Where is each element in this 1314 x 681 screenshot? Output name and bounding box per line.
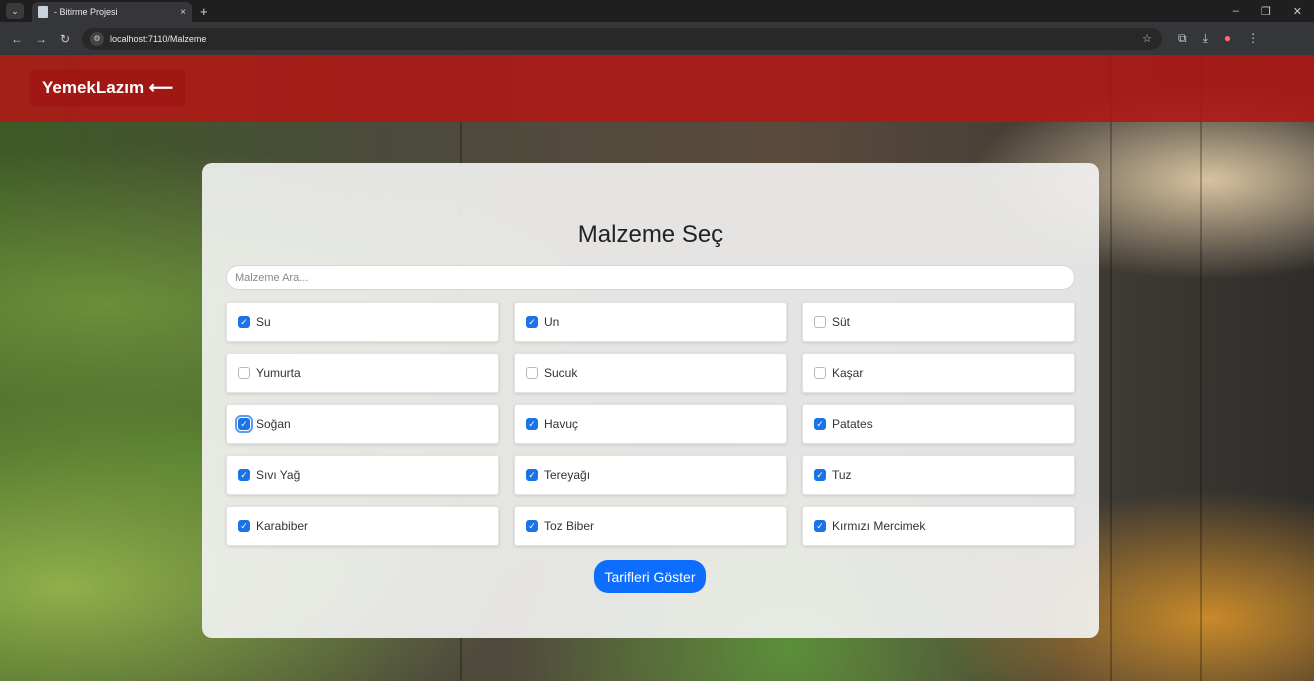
ingredient-item[interactable]: ✓ Patates (802, 404, 1075, 444)
ingredient-item[interactable]: ✓ Kırmızı Mercimek (802, 506, 1075, 546)
checkbox-checked[interactable]: ✓ (526, 316, 538, 328)
ingredient-label: Su (256, 315, 271, 329)
close-window-button[interactable]: ✕ (1293, 5, 1302, 18)
ingredient-form-card: Malzeme Seç ✓ Su ✓ Un Süt Yumurta Sucuk Ka… (202, 163, 1099, 638)
ingredient-search-input[interactable] (226, 265, 1075, 290)
site-header: YemekLazım ⟵ (0, 55, 1314, 122)
background-plank-line (1110, 55, 1112, 681)
browser-toolbar: ← → ↻ ⚙ localhost:7110/Malzeme ☆ ⧉ ⤓ ● ⋮ (0, 22, 1314, 55)
tab-close-icon[interactable]: × (180, 7, 186, 18)
checkbox-unchecked[interactable] (238, 367, 250, 379)
ingredient-item[interactable]: Yumurta (226, 353, 499, 393)
ingredient-label: Patates (832, 417, 873, 431)
ingredient-label: Toz Biber (544, 519, 595, 533)
window-controls: – ❐ ✕ (1233, 5, 1302, 18)
page-background: YemekLazım ⟵ Malzeme Seç ✓ Su ✓ Un Süt Yum… (0, 55, 1314, 681)
download-icon[interactable]: ⤓ (1203, 31, 1208, 46)
ingredient-label: Tereyağı (544, 468, 591, 482)
page-favicon-icon (38, 6, 48, 18)
ingredient-grid: ✓ Su ✓ Un Süt Yumurta Sucuk Kaşar ✓ Soğan ✓… (226, 302, 1075, 546)
ingredient-label: Kırmızı Mercimek (832, 519, 926, 533)
tab-title: - Bitirme Projesi (54, 7, 118, 17)
url-text: localhost:7110/Malzeme (110, 33, 207, 44)
ingredient-label: Karabiber (256, 519, 309, 533)
browser-tab[interactable]: - Bitirme Projesi × (32, 2, 192, 22)
ingredient-label: Yumurta (256, 366, 301, 380)
brand-link[interactable]: YemekLazım ⟵ (30, 69, 186, 107)
checkbox-checked[interactable]: ✓ (238, 469, 250, 481)
checkbox-checked[interactable]: ✓ (526, 469, 538, 481)
checkbox-checked[interactable]: ✓ (526, 418, 538, 430)
ingredient-item[interactable]: ✓ Tuz (802, 455, 1075, 495)
tab-search-button[interactable]: ⌄ (6, 3, 24, 19)
checkbox-checked[interactable]: ✓ (526, 520, 538, 532)
browser-menu-icon[interactable]: ⋮ (1247, 31, 1259, 46)
reload-icon[interactable]: ↻ (58, 32, 72, 46)
ingredient-item[interactable]: ✓ Su (226, 302, 499, 342)
ingredient-label: Un (544, 315, 560, 329)
extensions-icon[interactable]: ⧉ (1178, 31, 1187, 46)
checkbox-checked[interactable]: ✓ (814, 520, 826, 532)
ingredient-item[interactable]: ✓ Karabiber (226, 506, 499, 546)
checkbox-unchecked[interactable] (814, 367, 826, 379)
ingredient-item[interactable]: Süt (802, 302, 1075, 342)
checkbox-checked[interactable]: ✓ (814, 469, 826, 481)
forward-arrow-icon[interactable]: → (34, 32, 48, 46)
checkbox-checked[interactable]: ✓ (814, 418, 826, 430)
new-tab-button[interactable]: + (200, 4, 208, 19)
ingredient-label: Süt (832, 315, 851, 329)
show-recipes-button[interactable]: Tarifleri Göster (594, 560, 706, 593)
background-plank-line (1200, 55, 1202, 681)
ingredient-label: Soğan (256, 417, 291, 431)
toolbar-actions: ⧉ ⤓ ● ⋮ (1178, 31, 1259, 46)
ingredient-item[interactable]: Sucuk (514, 353, 787, 393)
ingredient-label: Havuç (544, 417, 579, 431)
profile-badge-icon[interactable]: ● (1224, 31, 1231, 46)
checkbox-checked[interactable]: ✓ (235, 415, 253, 433)
ingredient-label: Kaşar (832, 366, 864, 380)
ingredient-label: Sucuk (544, 366, 578, 380)
ingredient-label: Tuz (832, 468, 852, 482)
checkbox-unchecked[interactable] (526, 367, 538, 379)
ingredient-item[interactable]: ✓ Toz Biber (514, 506, 787, 546)
page-title: Malzeme Seç (577, 221, 724, 248)
ingredient-item[interactable]: ✓ Soğan (226, 404, 499, 444)
site-info-icon[interactable]: ⚙ (90, 31, 104, 46)
ingredient-item[interactable]: ✓ Havuç (514, 404, 787, 444)
browser-tab-bar: ⌄ - Bitirme Projesi × + – ❐ ✕ (0, 0, 1314, 22)
ingredient-item[interactable]: ✓ Tereyağı (514, 455, 787, 495)
bookmark-star-icon[interactable]: ☆ (1142, 32, 1152, 45)
ingredient-label: Sıvı Yağ (256, 468, 301, 482)
checkbox-checked[interactable]: ✓ (238, 520, 250, 532)
ingredient-item[interactable]: ✓ Un (514, 302, 787, 342)
checkbox-unchecked[interactable] (814, 316, 826, 328)
minimize-button[interactable]: – (1233, 5, 1239, 18)
restore-button[interactable]: ❐ (1261, 5, 1271, 18)
back-arrow-icon[interactable]: ← (10, 32, 24, 46)
address-bar[interactable]: ⚙ localhost:7110/Malzeme ☆ (82, 27, 1162, 50)
checkbox-checked[interactable]: ✓ (238, 316, 250, 328)
ingredient-item[interactable]: Kaşar (802, 353, 1075, 393)
ingredient-item[interactable]: ✓ Sıvı Yağ (226, 455, 499, 495)
